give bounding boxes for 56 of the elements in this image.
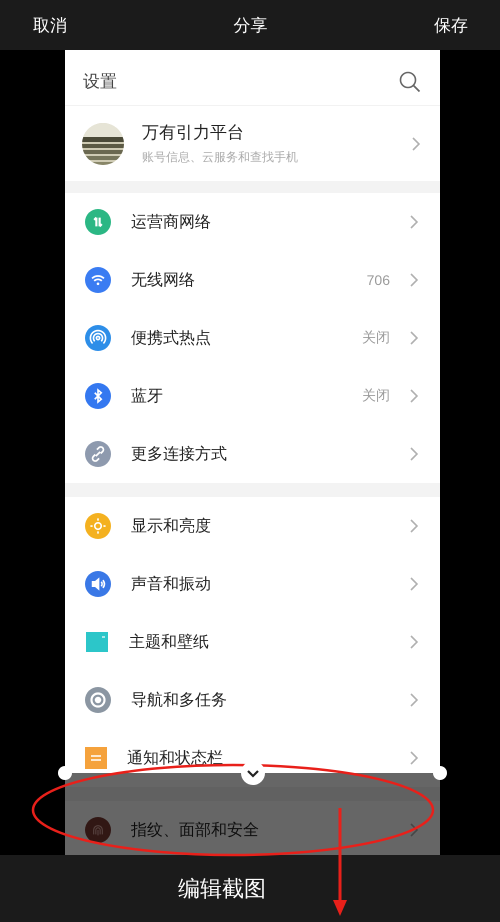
chevron-right-icon <box>410 215 418 229</box>
setting-label: 无线网络 <box>131 270 196 290</box>
hotspot-icon <box>85 325 111 351</box>
account-name: 万有引力平台 <box>142 122 245 144</box>
account-subtitle: 账号信息、云服务和查找手机 <box>142 149 299 166</box>
navigation-circle-icon <box>85 687 111 713</box>
search-icon[interactable] <box>399 70 421 92</box>
chevron-right-icon <box>412 136 420 150</box>
chevron-right-icon <box>410 577 418 591</box>
cancel-button[interactable]: 取消 <box>33 14 67 36</box>
settings-row[interactable]: 声音和振动 <box>65 555 440 613</box>
chevron-right-icon <box>410 635 418 649</box>
settings-row[interactable]: 蓝牙 关闭 <box>65 367 440 425</box>
setting-label: 指纹、面部和安全 <box>131 820 260 840</box>
theme-icon <box>85 630 109 654</box>
bluetooth-icon <box>85 383 111 409</box>
chevron-right-icon <box>410 519 418 533</box>
settings-row[interactable]: 更多连接方式 <box>65 425 440 483</box>
fingerprint-icon <box>85 817 111 843</box>
settings-row[interactable]: 导航和多任务 <box>65 671 440 729</box>
setting-label: 蓝牙 <box>131 386 164 406</box>
crop-handle[interactable] <box>433 766 447 780</box>
setting-label: 显示和亮度 <box>131 516 212 536</box>
chevron-right-icon <box>410 751 418 765</box>
share-title[interactable]: 分享 <box>234 14 268 36</box>
chevron-right-icon <box>410 693 418 707</box>
setting-value: 关闭 <box>362 329 390 347</box>
wifi-icon <box>85 267 111 293</box>
setting-label: 导航和多任务 <box>131 690 228 710</box>
setting-label: 更多连接方式 <box>131 444 228 464</box>
settings-row[interactable]: 主题和壁纸 <box>65 613 440 671</box>
speaker-icon <box>85 571 111 597</box>
sun-icon <box>85 513 111 539</box>
chevron-right-icon <box>410 823 418 837</box>
setting-label: 主题和壁纸 <box>129 632 210 652</box>
chevron-right-icon <box>410 389 418 403</box>
chevron-right-icon <box>410 331 418 345</box>
setting-value: 关闭 <box>362 387 390 405</box>
chevron-right-icon <box>410 447 418 461</box>
edit-screenshot-title: 编辑截图 <box>178 874 266 902</box>
crop-handle[interactable] <box>58 766 72 780</box>
setting-label: 便携式热点 <box>131 328 212 348</box>
notification-list-icon <box>85 747 107 769</box>
settings-row[interactable]: 显示和亮度 <box>65 497 440 555</box>
setting-value: 706 <box>366 272 390 288</box>
settings-row[interactable]: 运营商网络 <box>65 193 440 251</box>
setting-label: 运营商网络 <box>131 212 212 232</box>
carrier-signal-icon <box>85 209 111 235</box>
save-button[interactable]: 保存 <box>434 14 468 36</box>
settings-row[interactable]: 无线网络 706 <box>65 251 440 309</box>
settings-row[interactable]: 便携式热点 关闭 <box>65 309 440 367</box>
settings-title: 设置 <box>83 71 117 93</box>
link-icon <box>85 441 111 467</box>
setting-label: 声音和振动 <box>131 574 212 594</box>
chevron-right-icon <box>410 273 418 287</box>
crop-expand-handle[interactable] <box>241 761 265 785</box>
